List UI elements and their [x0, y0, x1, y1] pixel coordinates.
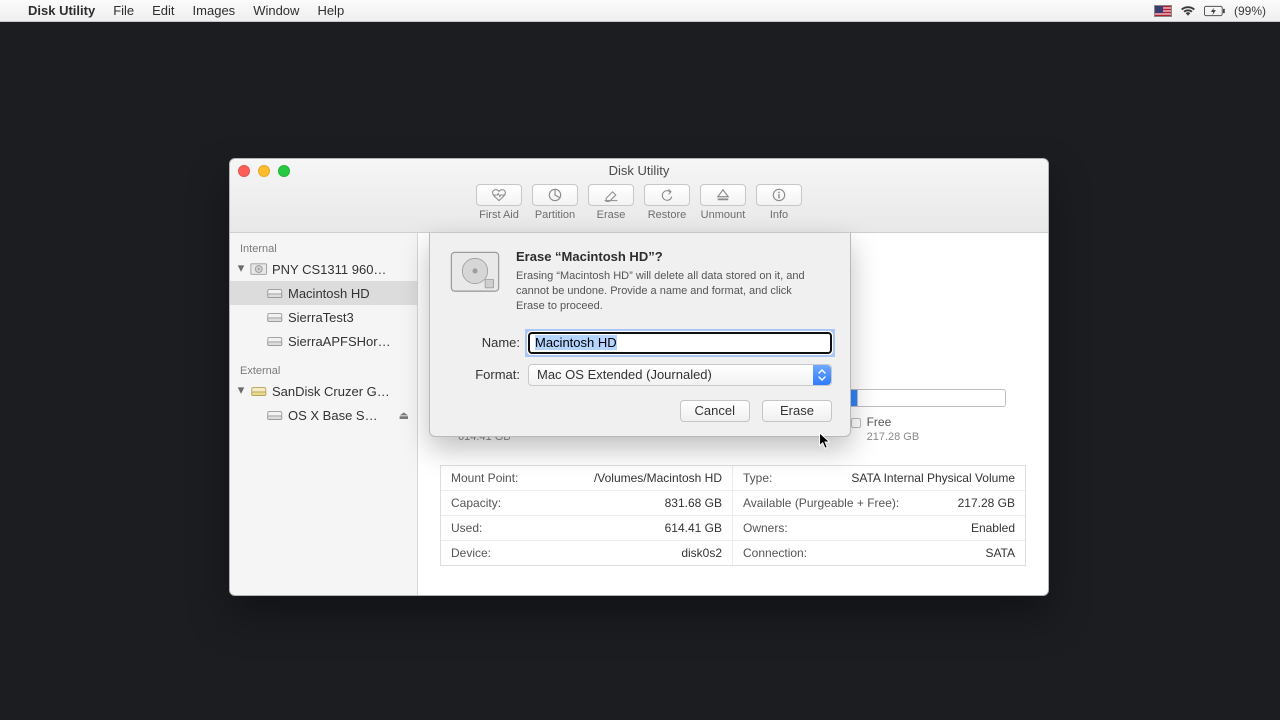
sidebar-item-volume[interactable]: Macintosh HD: [230, 281, 417, 305]
legend-free-size: 217.28 GB: [867, 431, 920, 443]
toolbar-partition-button[interactable]: Partition: [532, 184, 578, 221]
sidebar-item-label: SierraTest3: [288, 310, 354, 325]
disclosure-triangle-icon[interactable]: ▾: [236, 382, 246, 398]
wifi-icon[interactable]: [1180, 5, 1196, 17]
erase-dialog: Erase “Macintosh HD”? Erasing “Macintosh…: [429, 233, 851, 437]
volume-icon: [266, 408, 284, 422]
format-select-value: Mac OS Extended (Journaled): [537, 367, 712, 382]
toolbar-unmount-button[interactable]: Unmount: [700, 184, 746, 221]
external-disk-icon: [250, 384, 268, 398]
menubar: Disk Utility File Edit Images Window Hel…: [0, 0, 1280, 22]
menu-images[interactable]: Images: [193, 3, 236, 18]
mouse-cursor-icon: [818, 432, 832, 450]
sidebar-item-label: PNY CS1311 960…: [272, 262, 386, 277]
toolbar-erase-button[interactable]: Erase: [588, 184, 634, 221]
sidebar-section-external: External: [230, 361, 417, 379]
titlebar: Disk Utility First Aid Partition Erase R…: [230, 159, 1048, 233]
battery-percent-label: (99%): [1234, 4, 1266, 18]
disclosure-triangle-icon[interactable]: ▾: [236, 260, 246, 276]
toolbar-info-button[interactable]: Info: [756, 184, 802, 221]
close-window-button[interactable]: [238, 165, 250, 177]
volume-icon: [266, 310, 284, 324]
sidebar-item-volume[interactable]: SierraAPFSHor…: [230, 329, 417, 353]
sidebar-item-volume[interactable]: SierraTest3: [230, 305, 417, 329]
sidebar: Internal ▾ PNY CS1311 960… Macintosh HD …: [230, 233, 418, 595]
toolbar-restore-button[interactable]: Restore: [644, 184, 690, 221]
internal-disk-large-icon: [448, 249, 502, 297]
eject-icon[interactable]: ⏏: [399, 409, 409, 422]
name-field-label: Name:: [448, 335, 528, 350]
details-table: Mount Point:/Volumes/Macintosh HD Type:S…: [440, 465, 1026, 566]
sidebar-item-label: SierraAPFSHor…: [288, 334, 391, 349]
volume-icon: [266, 286, 284, 300]
dialog-description: Erasing “Macintosh HD” will delete all d…: [516, 269, 816, 314]
sidebar-item-label: OS X Base S…: [288, 408, 378, 423]
cancel-button[interactable]: Cancel: [680, 400, 750, 422]
menu-help[interactable]: Help: [317, 3, 344, 18]
internal-disk-icon: [250, 262, 268, 276]
menu-file[interactable]: File: [113, 3, 134, 18]
disk-utility-window: Disk Utility First Aid Partition Erase R…: [229, 158, 1049, 596]
sidebar-section-internal: Internal: [230, 239, 417, 257]
toolbar-first-aid-button[interactable]: First Aid: [476, 184, 522, 221]
menu-edit[interactable]: Edit: [152, 3, 174, 18]
name-input[interactable]: [528, 332, 832, 354]
battery-icon[interactable]: [1204, 5, 1226, 17]
sidebar-item-label: SanDisk Cruzer G…: [272, 384, 390, 399]
minimize-window-button[interactable]: [258, 165, 270, 177]
format-select[interactable]: Mac OS Extended (Journaled): [528, 364, 832, 386]
window-title: Disk Utility: [230, 163, 1048, 178]
sidebar-item-disk[interactable]: ▾ PNY CS1311 960…: [230, 257, 417, 281]
input-source-flag-icon[interactable]: [1154, 5, 1172, 17]
sidebar-item-volume[interactable]: OS X Base S… ⏏: [230, 403, 417, 427]
toolbar: First Aid Partition Erase Restore Unmoun…: [230, 184, 1048, 221]
chevron-up-down-icon: [813, 365, 831, 385]
sidebar-item-label: Macintosh HD: [288, 286, 370, 301]
menu-window[interactable]: Window: [253, 3, 299, 18]
menu-app-name[interactable]: Disk Utility: [28, 3, 95, 18]
legend-free-label: Free: [867, 415, 892, 429]
erase-button[interactable]: Erase: [762, 400, 832, 422]
format-field-label: Format:: [448, 367, 528, 382]
volume-icon: [266, 334, 284, 348]
zoom-window-button[interactable]: [278, 165, 290, 177]
dialog-heading: Erase “Macintosh HD”?: [516, 249, 816, 264]
sidebar-item-disk[interactable]: ▾ SanDisk Cruzer G…: [230, 379, 417, 403]
window-controls: [238, 165, 290, 177]
